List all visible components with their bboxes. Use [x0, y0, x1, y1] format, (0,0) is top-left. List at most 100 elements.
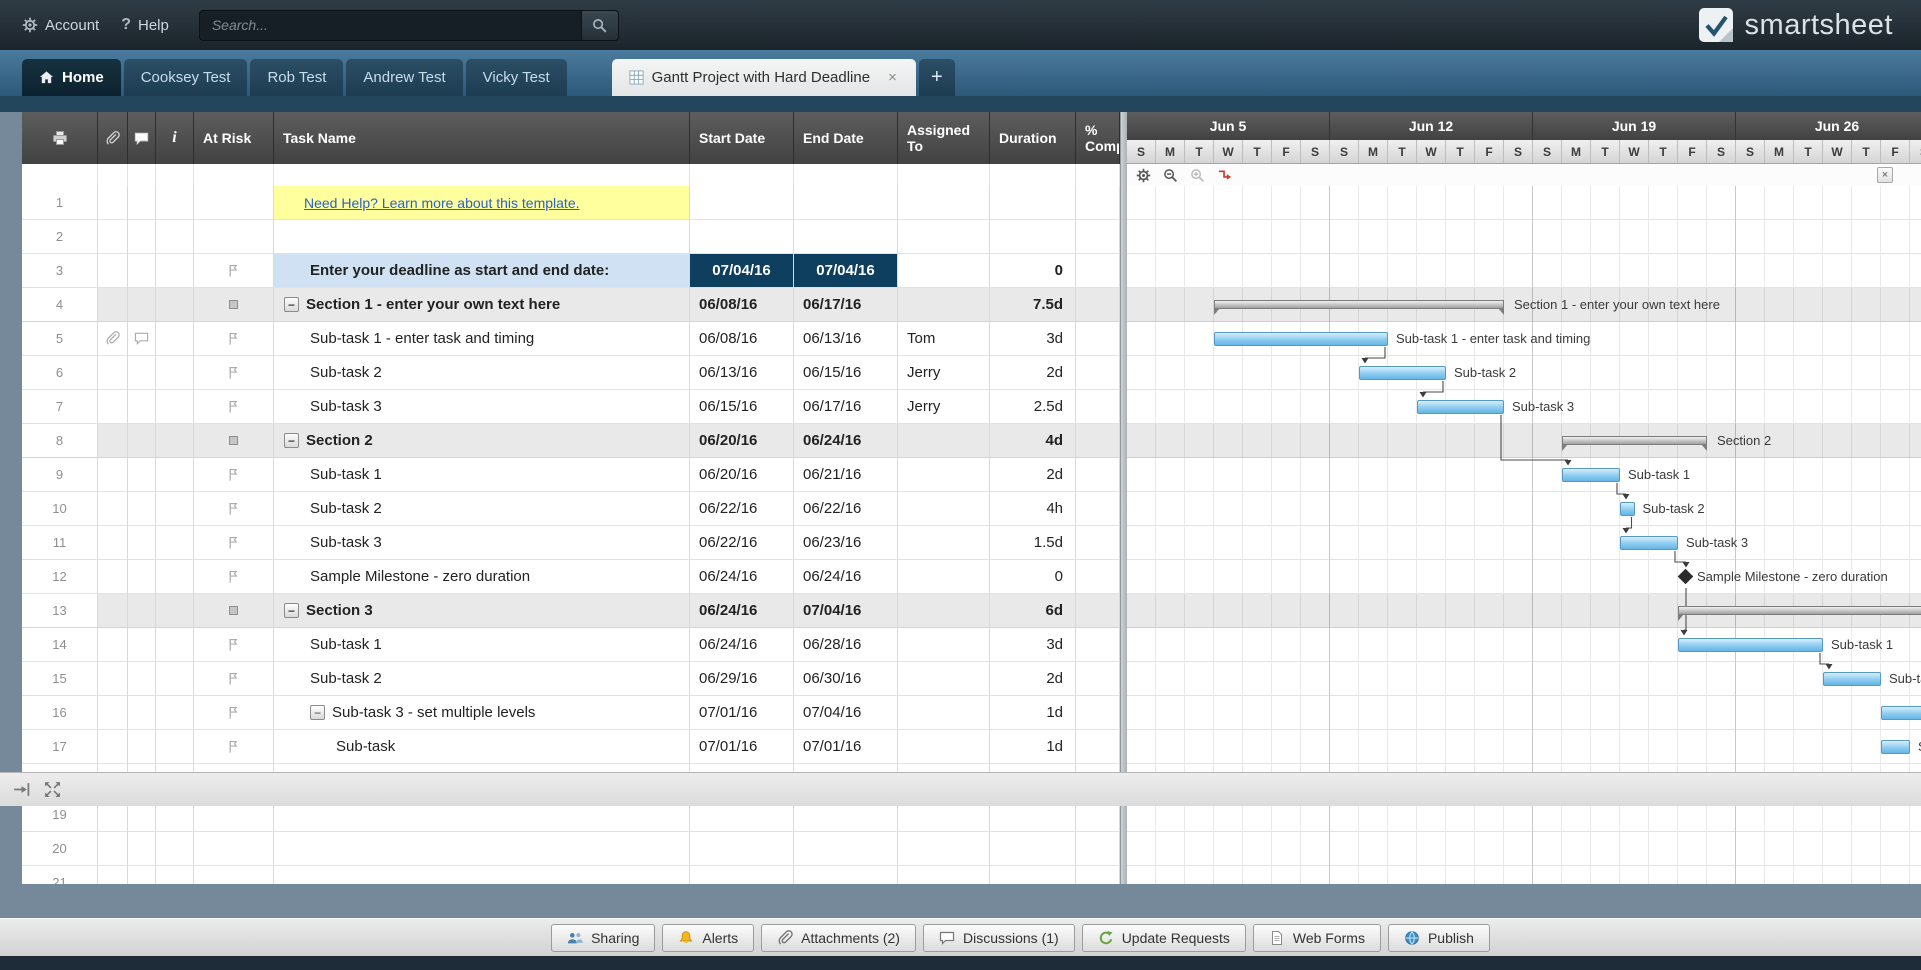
column-header-info[interactable]: i: [156, 112, 194, 164]
cell-asg[interactable]: Jerry: [898, 390, 990, 424]
cell-clip[interactable]: [98, 696, 128, 730]
cell-clip[interactable]: [98, 560, 128, 594]
cell-dur[interactable]: 1.5d: [990, 526, 1076, 560]
cell-clip[interactable]: [98, 322, 128, 356]
cell-dur[interactable]: 2d: [990, 356, 1076, 390]
at-risk-checkbox[interactable]: [229, 606, 238, 615]
search-input[interactable]: [198, 9, 581, 41]
attachment-icon[interactable]: [105, 331, 120, 346]
cell-num[interactable]: 17: [22, 730, 98, 764]
cell-start[interactable]: 06/22/16: [690, 526, 794, 560]
cell-pct[interactable]: [1076, 832, 1120, 866]
gantt-task-bar[interactable]: [1881, 740, 1910, 754]
publish-button[interactable]: Publish: [1387, 923, 1490, 952]
gantt-task-bar[interactable]: [1620, 502, 1635, 516]
cell-dur[interactable]: 2d: [990, 458, 1076, 492]
cell-asg[interactable]: [898, 866, 990, 884]
cell-asg[interactable]: [898, 526, 990, 560]
cell-clip[interactable]: [98, 866, 128, 884]
cell-num[interactable]: 4: [22, 288, 98, 322]
cell-clip[interactable]: [98, 390, 128, 424]
cell-risk[interactable]: [194, 254, 274, 288]
collapse-toggle[interactable]: −: [284, 297, 299, 312]
cell-pct[interactable]: [1076, 866, 1120, 884]
cell-info[interactable]: [156, 696, 194, 730]
cell-asg[interactable]: Jerry: [898, 356, 990, 390]
cell-end[interactable]: 06/21/16: [794, 458, 898, 492]
column-header-asg[interactable]: Assigned To: [898, 112, 990, 164]
cell-pct[interactable]: [1076, 220, 1120, 254]
cell-start[interactable]: 06/22/16: [690, 492, 794, 526]
cell-com[interactable]: [128, 220, 156, 254]
cell-dur[interactable]: 1d: [990, 730, 1076, 764]
discussions-button[interactable]: Discussions (1): [922, 923, 1075, 952]
cell-task[interactable]: Sub-task: [274, 730, 690, 764]
update-requests-button[interactable]: Update Requests: [1081, 923, 1246, 952]
cell-end[interactable]: 06/17/16: [794, 288, 898, 322]
cell-task[interactable]: [274, 220, 690, 254]
cell-clip[interactable]: [98, 730, 128, 764]
gantt-summary-bar[interactable]: [1678, 606, 1921, 621]
cell-task[interactable]: − Section 2: [274, 424, 690, 458]
cell-asg[interactable]: [898, 220, 990, 254]
cell-com[interactable]: [128, 832, 156, 866]
cell-com[interactable]: [128, 458, 156, 492]
gantt-task-bar[interactable]: [1214, 332, 1388, 346]
column-header-pct[interactable]: % Complete: [1076, 112, 1120, 164]
cell-com[interactable]: [128, 866, 156, 884]
cell-dur[interactable]: 4h: [990, 492, 1076, 526]
cell-risk[interactable]: [194, 186, 274, 220]
cell-asg[interactable]: Tom: [898, 322, 990, 356]
cell-end[interactable]: 06/17/16: [794, 390, 898, 424]
cell-end[interactable]: 06/15/16: [794, 356, 898, 390]
cell-info[interactable]: [156, 730, 194, 764]
cell-asg[interactable]: [898, 288, 990, 322]
cell-num[interactable]: 9: [22, 458, 98, 492]
at-risk-flag-icon[interactable]: [226, 569, 241, 584]
cell-end[interactable]: [794, 220, 898, 254]
cell-start[interactable]: 06/15/16: [690, 390, 794, 424]
cell-task[interactable]: − Sub-task 3 - set multiple levels: [274, 696, 690, 730]
cell-pct[interactable]: [1076, 696, 1120, 730]
cell-info[interactable]: [156, 220, 194, 254]
cell-start[interactable]: 06/29/16: [690, 662, 794, 696]
at-risk-flag-icon[interactable]: [226, 739, 241, 754]
cell-pct[interactable]: [1076, 560, 1120, 594]
cell-num[interactable]: 13: [22, 594, 98, 628]
cell-asg[interactable]: [898, 492, 990, 526]
critical-path-icon[interactable]: [1217, 168, 1232, 183]
cell-task[interactable]: Sub-task 1 - enter task and timing: [274, 322, 690, 356]
cell-end[interactable]: 07/04/16: [794, 696, 898, 730]
cell-info[interactable]: [156, 288, 194, 322]
cell-com[interactable]: [128, 322, 156, 356]
at-risk-flag-icon[interactable]: [226, 365, 241, 380]
cell-dur[interactable]: 0: [990, 560, 1076, 594]
cell-start[interactable]: 06/20/16: [690, 458, 794, 492]
cell-end[interactable]: 07/01/16: [794, 730, 898, 764]
cell-start[interactable]: 06/13/16: [690, 356, 794, 390]
cell-pct[interactable]: [1076, 628, 1120, 662]
at-risk-checkbox[interactable]: [229, 436, 238, 445]
at-risk-flag-icon[interactable]: [226, 535, 241, 550]
cell-info[interactable]: [156, 186, 194, 220]
cell-com[interactable]: [128, 254, 156, 288]
cell-dur[interactable]: 2.5d: [990, 390, 1076, 424]
cell-com[interactable]: [128, 288, 156, 322]
cell-end[interactable]: 06/13/16: [794, 322, 898, 356]
cell-start[interactable]: [690, 220, 794, 254]
cell-info[interactable]: [156, 594, 194, 628]
sharing-button[interactable]: Sharing: [551, 923, 656, 952]
cell-asg[interactable]: [898, 730, 990, 764]
cell-start[interactable]: 06/24/16: [690, 628, 794, 662]
cell-pct[interactable]: [1076, 356, 1120, 390]
alerts-button[interactable]: Alerts: [662, 923, 755, 952]
cell-pct[interactable]: [1076, 730, 1120, 764]
gantt-task-bar[interactable]: [1359, 366, 1446, 380]
column-header-dur[interactable]: Duration: [990, 112, 1076, 164]
cell-risk[interactable]: [194, 288, 274, 322]
cell-info[interactable]: [156, 254, 194, 288]
cell-info[interactable]: [156, 322, 194, 356]
cell-dur[interactable]: 6d: [990, 594, 1076, 628]
cell-clip[interactable]: [98, 288, 128, 322]
gantt-close-button[interactable]: ×: [1877, 167, 1893, 183]
